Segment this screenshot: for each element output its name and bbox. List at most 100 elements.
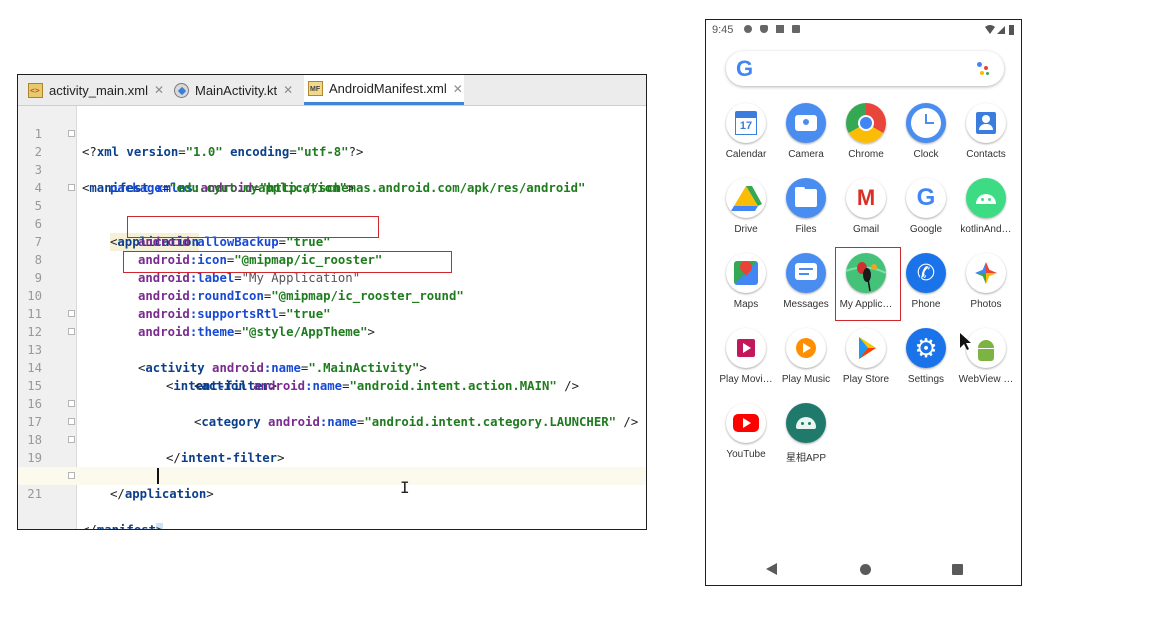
code-line: 12 <activity android:name=".MainActivity… bbox=[27, 305, 646, 375]
gmail-icon: M bbox=[846, 178, 886, 218]
fold-marker-icon[interactable] bbox=[68, 184, 75, 191]
current-code-line: 21 </manifest> bbox=[18, 467, 646, 529]
app-star-app[interactable]: 星相APP bbox=[775, 403, 837, 473]
google-icon: G bbox=[906, 178, 946, 218]
tab-label: AndroidManifest.xml bbox=[329, 81, 447, 96]
app-gmail[interactable]: M Gmail bbox=[835, 178, 897, 248]
phone-icon: ✆ bbox=[906, 253, 946, 293]
line-number: 17 bbox=[27, 415, 42, 429]
tab-label: MainActivity.kt bbox=[195, 82, 278, 98]
code-line: 14 <action android:name="android.intent.… bbox=[27, 341, 646, 393]
code-line: 11 android:theme="@style/AppTheme"> bbox=[27, 287, 646, 339]
messages-icon bbox=[786, 253, 826, 293]
chrome-icon bbox=[846, 103, 886, 143]
line-number: 11 bbox=[27, 307, 42, 321]
line-number: 14 bbox=[27, 361, 42, 375]
close-icon[interactable]: ✕ bbox=[154, 83, 164, 97]
app-messages[interactable]: Messages bbox=[775, 253, 837, 323]
code-line: 1 <?xml version="1.0" encoding="utf-8"?> bbox=[35, 107, 646, 159]
line-number: 21 bbox=[27, 487, 42, 501]
wifi-signal-battery-icon bbox=[985, 25, 1014, 35]
app-play-music[interactable]: Play Music bbox=[775, 328, 837, 398]
line-number: 2 bbox=[34, 145, 42, 159]
code-line: 17 </intent-filter> bbox=[27, 395, 646, 465]
app-contacts[interactable]: Contacts bbox=[955, 103, 1017, 173]
app-drive[interactable]: Drive bbox=[715, 178, 777, 248]
android-emulator-screen: 9:45 G 17 Calendar Camera Chrome Clock C… bbox=[705, 19, 1022, 586]
app-chrome[interactable]: Chrome bbox=[835, 103, 897, 173]
maps-icon bbox=[726, 253, 766, 293]
app-play-store[interactable]: Play Store bbox=[835, 328, 897, 398]
manifest-file-icon bbox=[308, 81, 323, 96]
code-line: 15 bbox=[27, 359, 646, 393]
line-number: 8 bbox=[34, 253, 42, 267]
app-play-movies[interactable]: Play Movi… bbox=[715, 328, 777, 398]
settings-icon: ⚙ bbox=[906, 328, 946, 368]
line-number: 12 bbox=[27, 325, 42, 339]
line-number: 3 bbox=[34, 163, 42, 177]
text-caret bbox=[157, 468, 159, 484]
status-bar: 9:45 bbox=[706, 20, 1021, 40]
fold-marker-icon[interactable] bbox=[68, 472, 75, 479]
photos-icon bbox=[966, 253, 1006, 293]
back-icon[interactable] bbox=[766, 563, 777, 575]
fold-marker-icon[interactable] bbox=[68, 130, 75, 137]
assistant-icon[interactable] bbox=[977, 62, 982, 67]
play-movies-icon bbox=[726, 328, 766, 368]
play-music-icon bbox=[786, 328, 826, 368]
recent-apps-icon[interactable] bbox=[952, 564, 963, 575]
fold-marker-icon[interactable] bbox=[68, 436, 75, 443]
kotlin-file-icon bbox=[174, 82, 189, 98]
app-kotlin-android[interactable]: kotlinAnd… bbox=[955, 178, 1017, 248]
fold-marker-icon[interactable] bbox=[68, 328, 75, 335]
line-number: 1 bbox=[34, 127, 42, 141]
close-icon[interactable]: ✕ bbox=[453, 82, 463, 96]
code-area[interactable]: 1 <?xml version="1.0" encoding="utf-8"?>… bbox=[18, 106, 646, 529]
close-icon[interactable]: ✕ bbox=[283, 83, 293, 97]
home-icon[interactable] bbox=[860, 564, 871, 575]
highlight-box-icon-attr bbox=[127, 216, 379, 238]
app-youtube[interactable]: YouTube bbox=[715, 403, 777, 473]
tab-android-manifest-xml[interactable]: AndroidManifest.xml ✕ bbox=[304, 75, 464, 105]
sd-card-status-icon bbox=[792, 25, 800, 33]
app-calendar[interactable]: 17 Calendar bbox=[715, 103, 777, 173]
settings-status-icon bbox=[744, 25, 752, 33]
code-line: 18 </activity> bbox=[27, 413, 646, 483]
files-icon bbox=[786, 178, 826, 218]
tab-label: activity_main.xml bbox=[49, 82, 148, 98]
tab-activity-main-xml[interactable]: activity_main.xml ✕ bbox=[28, 75, 171, 105]
code-line: 6 android:allowBackup="true" bbox=[35, 197, 646, 249]
contacts-icon bbox=[966, 103, 1006, 143]
line-number: 13 bbox=[27, 343, 42, 357]
highlight-box-roundicon-attr bbox=[123, 251, 452, 273]
line-number: 7 bbox=[34, 235, 42, 249]
line-number: 18 bbox=[27, 433, 42, 447]
clock-icon bbox=[906, 103, 946, 143]
google-search-bar[interactable]: G bbox=[726, 51, 1004, 86]
app-settings[interactable]: ⚙ Settings bbox=[895, 328, 957, 398]
app-photos[interactable]: Photos bbox=[955, 253, 1017, 323]
text-cursor-icon: I bbox=[400, 478, 410, 497]
fold-marker-icon[interactable] bbox=[68, 418, 75, 425]
tab-main-activity-kt[interactable]: MainActivity.kt ✕ bbox=[174, 75, 302, 105]
code-line: 20 bbox=[27, 449, 646, 483]
status-time: 9:45 bbox=[712, 24, 734, 36]
assistant-dot bbox=[984, 66, 988, 70]
highlight-box-my-application bbox=[835, 247, 901, 321]
app-clock[interactable]: Clock bbox=[895, 103, 957, 173]
shield-status-icon bbox=[760, 25, 768, 33]
assistant-dot bbox=[980, 71, 984, 75]
fold-marker-icon[interactable] bbox=[68, 400, 75, 407]
editor-tab-bar: activity_main.xml ✕ MainActivity.kt ✕ An… bbox=[18, 75, 646, 106]
xml-file-icon bbox=[28, 82, 43, 98]
line-number: 16 bbox=[27, 397, 42, 411]
line-number: 5 bbox=[34, 199, 42, 213]
line-number: 15 bbox=[27, 379, 42, 393]
code-editor-window: activity_main.xml ✕ MainActivity.kt ✕ An… bbox=[17, 74, 647, 530]
app-google[interactable]: G Google bbox=[895, 178, 957, 248]
app-maps[interactable]: Maps bbox=[715, 253, 777, 323]
fold-marker-icon[interactable] bbox=[68, 310, 75, 317]
app-files[interactable]: Files bbox=[775, 178, 837, 248]
app-phone[interactable]: ✆ Phone bbox=[895, 253, 957, 323]
app-camera[interactable]: Camera bbox=[775, 103, 837, 173]
